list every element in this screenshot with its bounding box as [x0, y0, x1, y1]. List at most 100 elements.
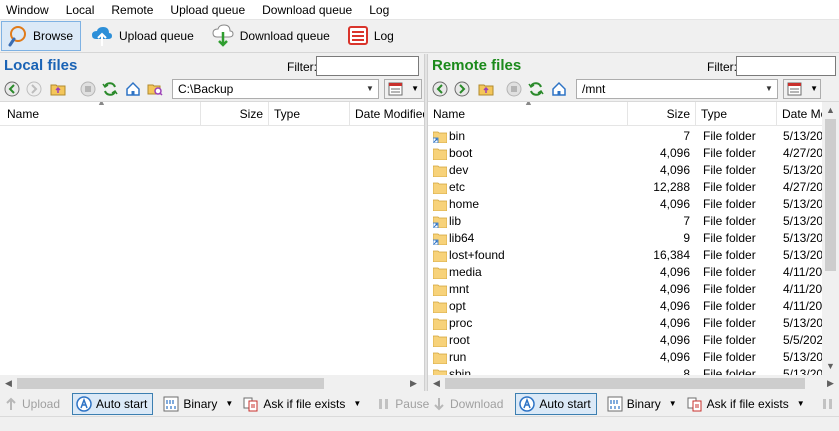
table-row[interactable]: sbin 8 File folder 5/13/20 — [428, 366, 822, 375]
local-horizontal-scrollbar[interactable]: ◀ ▶ — [0, 375, 424, 391]
remote-view-button[interactable]: ▼ — [783, 79, 821, 99]
find-folder-icon[interactable] — [147, 81, 163, 97]
row-size: 4,096 — [659, 146, 690, 160]
remote-path-combo[interactable]: /mnt ▼ — [576, 79, 778, 99]
home-icon[interactable] — [551, 81, 567, 97]
pause-button[interactable]: Pause — [373, 393, 435, 415]
menu-window[interactable]: Window — [0, 0, 58, 20]
scroll-thumb[interactable] — [825, 119, 836, 271]
local-filter-input[interactable] — [316, 56, 419, 76]
forward-icon[interactable] — [454, 81, 470, 97]
local-filter-label: Filter: — [287, 60, 317, 74]
local-list-header: ▲ Name Size Type Date Modified — [0, 102, 424, 126]
local-view-button[interactable]: ▼ — [384, 79, 422, 99]
refresh-icon[interactable] — [528, 81, 544, 97]
remote-filter-input[interactable] — [736, 56, 836, 76]
table-row[interactable]: opt 4,096 File folder 4/11/20 — [428, 298, 822, 315]
row-size: 4,096 — [659, 299, 690, 313]
browse-label: Browse — [33, 29, 74, 43]
upload-button[interactable]: Upload — [0, 393, 66, 415]
remote-col-date[interactable]: Date Modified — [777, 102, 822, 126]
local-col-type[interactable]: Type — [269, 102, 350, 126]
file-exists-icon — [243, 397, 258, 411]
folder-up-icon[interactable] — [478, 81, 494, 97]
upload-queue-button[interactable]: Upload queue — [85, 21, 202, 51]
row-type: File folder — [703, 163, 756, 177]
scroll-thumb[interactable] — [445, 378, 805, 389]
back-icon[interactable] — [432, 81, 448, 97]
back-icon[interactable] — [4, 81, 20, 97]
table-row[interactable]: boot 4,096 File folder 4/27/20 — [428, 145, 822, 162]
row-size: 4,096 — [659, 350, 690, 364]
remote-col-type[interactable]: Type — [696, 102, 777, 126]
table-row[interactable]: media 4,096 File folder 4/11/20 — [428, 264, 822, 281]
folder-icon — [433, 148, 447, 160]
table-row[interactable]: home 4,096 File folder 5/13/20 — [428, 196, 822, 213]
chevron-down-icon: ▼ — [810, 84, 818, 93]
binary-mode-dropdown[interactable]: Binary ▼ — [159, 393, 239, 415]
row-size: 7 — [683, 129, 690, 143]
menu-upload-queue[interactable]: Upload queue — [162, 0, 254, 20]
remote-col-name[interactable]: Name — [428, 102, 628, 126]
menu-remote[interactable]: Remote — [103, 0, 162, 20]
table-row[interactable]: lib64 9 File folder 5/13/20 — [428, 230, 822, 247]
table-row[interactable]: etc 12,288 File folder 4/27/20 — [428, 179, 822, 196]
remote-col-size[interactable]: Size — [628, 102, 696, 126]
stop-icon[interactable] — [80, 81, 96, 97]
ask-if-exists-dropdown[interactable]: Ask if file exists ▼ — [683, 393, 811, 415]
menu-download-queue[interactable]: Download queue — [254, 0, 361, 20]
row-size: 4,096 — [659, 163, 690, 177]
auto-start-button[interactable]: Auto start — [515, 392, 597, 415]
scroll-left-icon[interactable]: ◀ — [0, 375, 17, 391]
row-name: dev — [449, 163, 469, 177]
scroll-down-icon[interactable]: ▼ — [822, 358, 839, 375]
menu-log[interactable]: Log — [361, 0, 398, 20]
local-path-combo[interactable]: C:\Backup ▼ — [172, 79, 379, 99]
table-row[interactable]: bin 7 File folder 5/13/20 — [428, 128, 822, 145]
table-row[interactable]: mnt 4,096 File folder 4/11/20 — [428, 281, 822, 298]
row-name: bin — [449, 129, 466, 143]
remote-rows: bin 7 File folder 5/13/20 boot 4,096 Fil… — [428, 126, 822, 375]
table-row[interactable]: lost+found 16,384 File folder 5/13/20 — [428, 247, 822, 264]
log-button[interactable]: Log — [342, 21, 402, 51]
scroll-up-icon[interactable]: ▲ — [822, 102, 839, 119]
local-file-list[interactable]: ▲ Name Size Type Date Modified ◀ ▶ — [0, 101, 424, 391]
table-row[interactable]: root 4,096 File folder 5/5/202 — [428, 332, 822, 349]
local-col-name[interactable]: Name — [0, 102, 201, 126]
scroll-left-icon[interactable]: ◀ — [428, 375, 445, 391]
folder-link-icon — [433, 233, 447, 245]
stop-icon[interactable] — [506, 81, 522, 97]
remote-horizontal-scrollbar[interactable]: ◀ ▶ — [428, 375, 839, 391]
forward-icon[interactable] — [26, 81, 42, 97]
scroll-right-icon[interactable]: ▶ — [405, 375, 422, 391]
row-type: File folder — [703, 333, 756, 347]
local-col-size[interactable]: Size — [201, 102, 269, 126]
table-row[interactable]: lib 7 File folder 5/13/20 — [428, 213, 822, 230]
local-col-date[interactable]: Date Modified — [350, 102, 424, 126]
remote-vertical-scrollbar[interactable]: ▲ ▼ — [822, 102, 839, 375]
ask-if-exists-dropdown[interactable]: Ask if file exists ▼ — [239, 393, 367, 415]
table-row[interactable]: run 4,096 File folder 5/13/20 — [428, 349, 822, 366]
scroll-right-icon[interactable]: ▶ — [822, 375, 839, 391]
row-name: lib64 — [449, 231, 475, 245]
scroll-thumb[interactable] — [17, 378, 324, 389]
browse-button[interactable]: Browse — [1, 21, 82, 51]
table-row[interactable]: proc 4,096 File folder 5/13/20 — [428, 315, 822, 332]
binary-mode-dropdown[interactable]: Binary ▼ — [603, 393, 683, 415]
row-size: 12,288 — [653, 180, 690, 194]
row-date: 5/13/20 — [783, 214, 822, 228]
download-button[interactable]: Download — [428, 393, 509, 415]
file-exists-icon — [687, 397, 702, 411]
row-type: File folder — [703, 299, 756, 313]
home-icon[interactable] — [125, 81, 141, 97]
download-queue-button[interactable]: Download queue — [206, 21, 338, 51]
refresh-icon[interactable] — [102, 81, 118, 97]
auto-start-button[interactable]: Auto start — [72, 392, 154, 415]
row-date: 4/11/20 — [783, 299, 822, 313]
menu-local[interactable]: Local — [58, 0, 104, 20]
folder-up-icon[interactable] — [50, 81, 66, 97]
table-row[interactable]: dev 4,096 File folder 5/13/20 — [428, 162, 822, 179]
remote-file-list[interactable]: ▲ Name Size Type Date Modified bin 7 Fil… — [428, 101, 839, 391]
pause-button[interactable] — [817, 393, 839, 415]
chevron-down-icon: ▼ — [411, 84, 419, 93]
